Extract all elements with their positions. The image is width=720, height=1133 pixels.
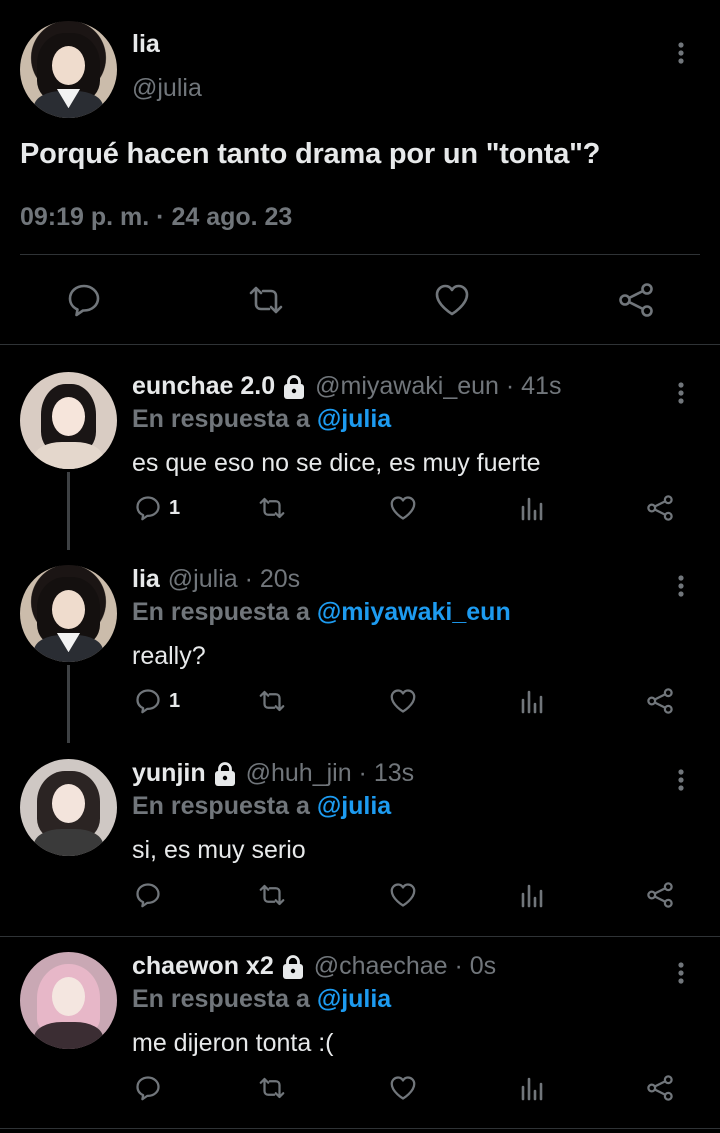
avatar[interactable]	[20, 565, 117, 662]
reply-author-handle[interactable]: @julia · 20s	[168, 565, 300, 594]
tweet-timestamp[interactable]: 09:19 p. m. · 24 ago. 23	[20, 203, 292, 232]
reply-tweet[interactable]: yunjin @huh_jin · 13s En respuesta a @ju…	[0, 735, 720, 929]
share-icon[interactable]	[645, 488, 675, 528]
reply-text: me dijeron tonta :(	[132, 1029, 334, 1057]
tweet-text: Porqué hacen tanto drama por un "tonta"?	[20, 138, 601, 170]
like-icon[interactable]	[388, 681, 418, 721]
mention-link[interactable]: @julia	[317, 405, 391, 433]
divider	[20, 254, 700, 255]
replying-prefix: En respuesta a	[132, 792, 310, 820]
avatar[interactable]	[20, 759, 117, 856]
retweet-icon[interactable]	[257, 488, 287, 528]
mention-link[interactable]: @julia	[317, 792, 391, 820]
share-icon[interactable]	[645, 1068, 675, 1108]
reply-text: si, es muy serio	[132, 836, 306, 864]
reply-header: chaewon x2 @chaechae · 0s	[132, 952, 496, 981]
like-icon[interactable]	[430, 278, 474, 322]
reply-author-handle[interactable]: @huh_jin · 13s	[246, 759, 415, 788]
replying-to: En respuesta a @miyawaki_eun	[132, 598, 511, 627]
views-icon[interactable]	[518, 875, 548, 915]
main-tweet: lia @julia Porqué hacen tanto drama por …	[0, 0, 720, 346]
reply-author-handle[interactable]: @chaechae · 0s	[314, 952, 496, 981]
reply-header: eunchae 2.0 @miyawaki_eun · 41s	[132, 372, 561, 401]
more-options-icon[interactable]	[666, 958, 696, 988]
lock-icon	[281, 374, 307, 400]
reply-author-name[interactable]: chaewon x2	[132, 952, 274, 981]
retweet-icon[interactable]	[257, 1068, 287, 1108]
avatar[interactable]	[20, 372, 117, 469]
reply-tweet[interactable]: eunchae 2.0 @miyawaki_eun · 41s En respu…	[0, 348, 720, 550]
share-icon[interactable]	[614, 278, 658, 322]
more-options-icon[interactable]	[666, 38, 696, 68]
tweet-actions	[0, 278, 720, 322]
retweet-icon[interactable]	[244, 278, 288, 322]
more-options-icon[interactable]	[666, 765, 696, 795]
reply-count: 1	[169, 496, 181, 519]
views-icon[interactable]	[518, 681, 548, 721]
like-icon[interactable]	[388, 1068, 418, 1108]
share-icon[interactable]	[645, 681, 675, 721]
reply-icon[interactable]	[133, 875, 163, 915]
replying-prefix: En respuesta a	[132, 598, 310, 626]
reply-text: really?	[132, 642, 206, 670]
more-options-icon[interactable]	[666, 571, 696, 601]
reply-text: es que eso no se dice, es muy fuerte	[132, 449, 541, 477]
divider	[0, 1128, 720, 1129]
mention-link[interactable]: @julia	[317, 985, 391, 1013]
reply-count: 1	[169, 689, 181, 712]
replying-prefix: En respuesta a	[132, 405, 310, 433]
replying-prefix: En respuesta a	[132, 985, 310, 1013]
reply-icon[interactable]: 1	[133, 488, 180, 528]
like-icon[interactable]	[388, 875, 418, 915]
views-icon[interactable]	[518, 488, 548, 528]
like-icon[interactable]	[388, 488, 418, 528]
replying-to: En respuesta a @julia	[132, 405, 391, 434]
reply-actions: 1	[0, 488, 720, 528]
reply-actions	[0, 1068, 720, 1108]
divider	[0, 344, 720, 345]
reply-author-name[interactable]: eunchae 2.0	[132, 372, 275, 401]
reply-author-name[interactable]: yunjin	[132, 759, 206, 788]
reply-icon[interactable]	[133, 1068, 163, 1108]
reply-tweet[interactable]: chaewon x2 @chaechae · 0s En respuesta a…	[0, 928, 720, 1122]
reply-actions: 1	[0, 681, 720, 721]
retweet-icon[interactable]	[257, 681, 287, 721]
views-icon[interactable]	[518, 1068, 548, 1108]
reply-header: lia @julia · 20s	[132, 565, 300, 594]
reply-tweet[interactable]: lia @julia · 20s En respuesta a @miyawak…	[0, 541, 720, 743]
reply-icon[interactable]	[62, 278, 106, 322]
lock-icon	[212, 761, 238, 787]
reply-author-handle[interactable]: @miyawaki_eun · 41s	[315, 372, 561, 401]
lock-icon	[280, 954, 306, 980]
reply-author-name[interactable]: lia	[132, 565, 160, 594]
author-name[interactable]: lia	[132, 30, 160, 59]
author-handle[interactable]: @julia	[132, 74, 202, 103]
replying-to: En respuesta a @julia	[132, 792, 391, 821]
more-options-icon[interactable]	[666, 378, 696, 408]
share-icon[interactable]	[645, 875, 675, 915]
avatar[interactable]	[20, 952, 117, 1049]
reply-icon[interactable]: 1	[133, 681, 180, 721]
avatar[interactable]	[20, 21, 117, 118]
replying-to: En respuesta a @julia	[132, 985, 391, 1014]
reply-actions	[0, 875, 720, 915]
retweet-icon[interactable]	[257, 875, 287, 915]
reply-header: yunjin @huh_jin · 13s	[132, 759, 414, 788]
mention-link[interactable]: @miyawaki_eun	[317, 598, 511, 626]
